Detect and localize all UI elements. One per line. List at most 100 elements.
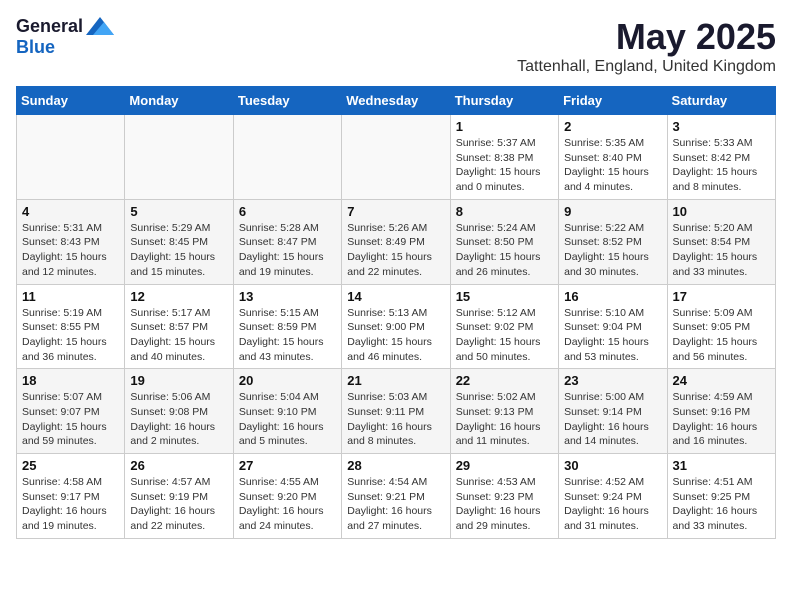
day-number: 5 [130, 204, 227, 219]
day-number: 1 [456, 119, 553, 134]
day-info: Sunrise: 5:24 AMSunset: 8:50 PMDaylight:… [456, 221, 553, 280]
day-number: 28 [347, 458, 444, 473]
day-number: 4 [22, 204, 119, 219]
logo-icon [86, 17, 114, 35]
day-info: Sunrise: 5:17 AMSunset: 8:57 PMDaylight:… [130, 306, 227, 365]
week-row-1: 1 Sunrise: 5:37 AMSunset: 8:38 PMDaylight… [17, 115, 776, 200]
day-info: Sunrise: 5:28 AMSunset: 8:47 PMDaylight:… [239, 221, 336, 280]
day-cell: 10 Sunrise: 5:20 AMSunset: 8:54 PMDayligh… [667, 199, 775, 284]
logo-blue-text: Blue [16, 37, 55, 58]
day-info: Sunrise: 4:58 AMSunset: 9:17 PMDaylight:… [22, 475, 119, 534]
day-info: Sunrise: 5:35 AMSunset: 8:40 PMDaylight:… [564, 136, 661, 195]
day-cell: 22 Sunrise: 5:02 AMSunset: 9:13 PMDayligh… [450, 369, 558, 454]
day-info: Sunrise: 5:02 AMSunset: 9:13 PMDaylight:… [456, 390, 553, 449]
day-number: 14 [347, 289, 444, 304]
day-info: Sunrise: 5:31 AMSunset: 8:43 PMDaylight:… [22, 221, 119, 280]
day-cell: 29Sunrise: 4:53 AMSunset: 9:23 PMDayligh… [450, 454, 558, 539]
day-info: Sunrise: 5:09 AMSunset: 9:05 PMDaylight:… [673, 306, 770, 365]
weekday-monday: Monday [125, 87, 233, 115]
day-cell: 21 Sunrise: 5:03 AMSunset: 9:11 PMDayligh… [342, 369, 450, 454]
day-info: Sunrise: 4:59 AMSunset: 9:16 PMDaylight:… [673, 390, 770, 449]
day-cell: 12 Sunrise: 5:17 AMSunset: 8:57 PMDayligh… [125, 284, 233, 369]
day-number: 24 [673, 373, 770, 388]
location: Tattenhall, England, United Kingdom [517, 58, 776, 76]
day-info: Sunrise: 5:37 AMSunset: 8:38 PMDaylight:… [456, 136, 553, 195]
day-info: Sunrise: 5:13 AMSunset: 9:00 PMDaylight:… [347, 306, 444, 365]
day-info: Sunrise: 4:51 AMSunset: 9:25 PMDaylight:… [673, 475, 770, 534]
weekday-thursday: Thursday [450, 87, 558, 115]
day-cell: 13 Sunrise: 5:15 AMSunset: 8:59 PMDayligh… [233, 284, 341, 369]
day-info: Sunrise: 5:12 AMSunset: 9:02 PMDaylight:… [456, 306, 553, 365]
day-info: Sunrise: 5:15 AMSunset: 8:59 PMDaylight:… [239, 306, 336, 365]
day-info: Sunrise: 5:26 AMSunset: 8:49 PMDaylight:… [347, 221, 444, 280]
header-area: General Blue May 2025 Tattenhall, Englan… [16, 16, 776, 76]
day-cell [125, 115, 233, 200]
day-info: Sunrise: 5:29 AMSunset: 8:45 PMDaylight:… [130, 221, 227, 280]
day-info: Sunrise: 4:55 AMSunset: 9:20 PMDaylight:… [239, 475, 336, 534]
day-cell: 5 Sunrise: 5:29 AMSunset: 8:45 PMDaylight… [125, 199, 233, 284]
day-number: 15 [456, 289, 553, 304]
day-info: Sunrise: 5:03 AMSunset: 9:11 PMDaylight:… [347, 390, 444, 449]
week-row-2: 4 Sunrise: 5:31 AMSunset: 8:43 PMDaylight… [17, 199, 776, 284]
day-number: 2 [564, 119, 661, 134]
logo-general-text: General [16, 16, 83, 37]
day-number: 10 [673, 204, 770, 219]
day-cell: 19 Sunrise: 5:06 AMSunset: 9:08 PMDayligh… [125, 369, 233, 454]
logo: General Blue [16, 16, 114, 58]
day-info: Sunrise: 4:53 AMSunset: 9:23 PMDaylight:… [456, 475, 553, 534]
day-info: Sunrise: 5:04 AMSunset: 9:10 PMDaylight:… [239, 390, 336, 449]
day-cell: 4 Sunrise: 5:31 AMSunset: 8:43 PMDaylight… [17, 199, 125, 284]
day-info: Sunrise: 5:07 AMSunset: 9:07 PMDaylight:… [22, 390, 119, 449]
day-number: 19 [130, 373, 227, 388]
day-number: 6 [239, 204, 336, 219]
day-number: 12 [130, 289, 227, 304]
day-cell: 2 Sunrise: 5:35 AMSunset: 8:40 PMDaylight… [559, 115, 667, 200]
day-info: Sunrise: 5:00 AMSunset: 9:14 PMDaylight:… [564, 390, 661, 449]
day-cell: 31Sunrise: 4:51 AMSunset: 9:25 PMDayligh… [667, 454, 775, 539]
day-cell: 1 Sunrise: 5:37 AMSunset: 8:38 PMDaylight… [450, 115, 558, 200]
day-info: Sunrise: 4:52 AMSunset: 9:24 PMDaylight:… [564, 475, 661, 534]
day-info: Sunrise: 5:33 AMSunset: 8:42 PMDaylight:… [673, 136, 770, 195]
day-cell: 11 Sunrise: 5:19 AMSunset: 8:55 PMDayligh… [17, 284, 125, 369]
day-cell: 17 Sunrise: 5:09 AMSunset: 9:05 PMDayligh… [667, 284, 775, 369]
day-info: Sunrise: 5:19 AMSunset: 8:55 PMDaylight:… [22, 306, 119, 365]
day-number: 9 [564, 204, 661, 219]
day-cell: 15 Sunrise: 5:12 AMSunset: 9:02 PMDayligh… [450, 284, 558, 369]
weekday-tuesday: Tuesday [233, 87, 341, 115]
day-cell: 6 Sunrise: 5:28 AMSunset: 8:47 PMDaylight… [233, 199, 341, 284]
title-area: May 2025 Tattenhall, England, United Kin… [517, 16, 776, 76]
day-number: 21 [347, 373, 444, 388]
month-title: May 2025 [517, 16, 776, 58]
day-cell: 20Sunrise: 5:04 AMSunset: 9:10 PMDayligh… [233, 369, 341, 454]
day-number: 11 [22, 289, 119, 304]
day-info: Sunrise: 5:06 AMSunset: 9:08 PMDaylight:… [130, 390, 227, 449]
day-number: 23 [564, 373, 661, 388]
day-cell: 7Sunrise: 5:26 AMSunset: 8:49 PMDaylight… [342, 199, 450, 284]
weekday-saturday: Saturday [667, 87, 775, 115]
day-number: 30 [564, 458, 661, 473]
calendar-table: SundayMondayTuesdayWednesdayThursdayFrid… [16, 86, 776, 539]
day-cell [17, 115, 125, 200]
day-info: Sunrise: 5:10 AMSunset: 9:04 PMDaylight:… [564, 306, 661, 365]
day-number: 16 [564, 289, 661, 304]
day-number: 3 [673, 119, 770, 134]
day-cell [233, 115, 341, 200]
weekday-sunday: Sunday [17, 87, 125, 115]
day-number: 22 [456, 373, 553, 388]
day-number: 17 [673, 289, 770, 304]
day-cell: 25 Sunrise: 4:58 AMSunset: 9:17 PMDayligh… [17, 454, 125, 539]
day-cell: 8Sunrise: 5:24 AMSunset: 8:50 PMDaylight… [450, 199, 558, 284]
day-number: 27 [239, 458, 336, 473]
day-number: 26 [130, 458, 227, 473]
weekday-friday: Friday [559, 87, 667, 115]
day-info: Sunrise: 5:22 AMSunset: 8:52 PMDaylight:… [564, 221, 661, 280]
day-cell: 27 Sunrise: 4:55 AMSunset: 9:20 PMDayligh… [233, 454, 341, 539]
week-row-3: 11 Sunrise: 5:19 AMSunset: 8:55 PMDayligh… [17, 284, 776, 369]
day-cell: 16 Sunrise: 5:10 AMSunset: 9:04 PMDayligh… [559, 284, 667, 369]
day-info: Sunrise: 5:20 AMSunset: 8:54 PMDaylight:… [673, 221, 770, 280]
day-cell: 28Sunrise: 4:54 AMSunset: 9:21 PMDayligh… [342, 454, 450, 539]
day-number: 25 [22, 458, 119, 473]
day-cell [342, 115, 450, 200]
day-number: 13 [239, 289, 336, 304]
day-cell: 14 Sunrise: 5:13 AMSunset: 9:00 PMDayligh… [342, 284, 450, 369]
